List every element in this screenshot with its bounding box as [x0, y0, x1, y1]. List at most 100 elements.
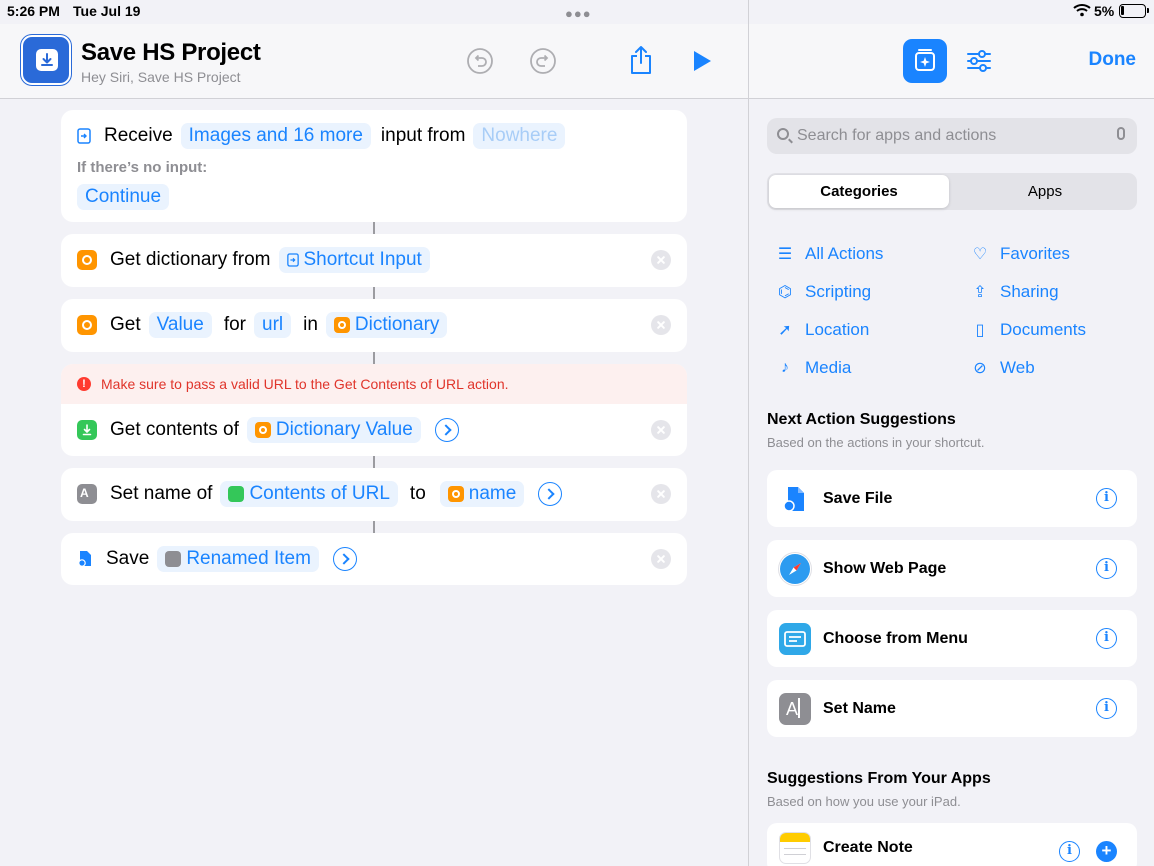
- info-icon[interactable]: i: [1096, 698, 1117, 719]
- menu-icon: [779, 622, 811, 655]
- multitasking-dots-icon[interactable]: ●●●: [565, 6, 592, 21]
- dictionary-icon: [77, 250, 97, 270]
- suggestion-create-note[interactable]: Create Note i +: [767, 823, 1137, 866]
- get-dictionary-card[interactable]: Get dictionary from Shortcut Input: [61, 234, 687, 287]
- settings-sliders-icon[interactable]: [966, 49, 992, 73]
- battery-percent: 5%: [1094, 3, 1115, 19]
- key-token[interactable]: url: [254, 312, 292, 338]
- category-web[interactable]: ⊘ Web: [970, 358, 1035, 378]
- info-icon[interactable]: i: [1096, 628, 1117, 649]
- set-name-card[interactable]: A Set name of Contents of URL to name: [61, 468, 687, 521]
- connector: [373, 456, 375, 468]
- download-icon: [228, 486, 245, 502]
- error-icon: !: [77, 377, 91, 391]
- remove-action-button[interactable]: [651, 549, 671, 569]
- tab-categories[interactable]: Categories: [769, 175, 949, 208]
- to-label: to: [409, 483, 426, 504]
- warning-text: Make sure to pass a valid URL to the Get…: [101, 376, 509, 392]
- done-button[interactable]: Done: [1089, 49, 1137, 71]
- get-contents-card[interactable]: ! Make sure to pass a valid URL to the G…: [61, 364, 687, 456]
- expand-chevron-icon[interactable]: [332, 547, 357, 571]
- category-favorites[interactable]: ♡ Favorites: [970, 244, 1070, 264]
- shortcut-title[interactable]: Save HS Project: [81, 39, 261, 67]
- category-scripting[interactable]: ⌬ Scripting: [775, 282, 871, 302]
- rename-icon: [165, 551, 182, 567]
- library-header: Done: [749, 24, 1154, 99]
- name-token[interactable]: name: [439, 481, 525, 507]
- get-value-card[interactable]: Get Value for url in Dictionary: [61, 299, 687, 352]
- info-icon[interactable]: i: [1096, 558, 1117, 579]
- category-all-actions[interactable]: ☰ All Actions: [775, 244, 884, 264]
- add-icon[interactable]: +: [1096, 841, 1117, 862]
- redo-icon[interactable]: [529, 47, 557, 75]
- connector: [373, 222, 375, 234]
- suggestion-choose-from-menu[interactable]: Choose from Menu i: [767, 610, 1137, 667]
- segmented-control: Categories Apps: [767, 173, 1137, 210]
- dictionary-token[interactable]: Dictionary: [325, 312, 448, 338]
- next-suggestions-subtitle: Based on the actions in your shortcut.: [767, 435, 985, 450]
- download-icon: [77, 420, 97, 440]
- suggestion-save-file[interactable]: Save File i: [767, 470, 1137, 527]
- category-label: Web: [1000, 358, 1035, 377]
- suggestion-label: Save File: [823, 489, 893, 507]
- search-icon: [777, 128, 789, 140]
- category-location[interactable]: ➚ Location: [775, 320, 869, 340]
- undo-icon[interactable]: [466, 47, 494, 75]
- editor-header: Save HS Project Hey Siri, Save HS Projec…: [0, 24, 748, 99]
- download-icon: [36, 49, 58, 71]
- remove-action-button[interactable]: [651, 250, 671, 270]
- shortcut-icon[interactable]: [21, 35, 71, 85]
- suggestion-show-web-page[interactable]: Show Web Page i: [767, 540, 1137, 597]
- search-input[interactable]: Search for apps and actions: [767, 118, 1137, 154]
- remove-action-button[interactable]: [651, 315, 671, 335]
- receive-action-card[interactable]: Receive Images and 16 more input from No…: [61, 110, 687, 222]
- shortcut-input-token[interactable]: Shortcut Input: [278, 247, 430, 273]
- value-token[interactable]: Value: [148, 312, 212, 338]
- category-sharing[interactable]: ⇪ Sharing: [970, 282, 1058, 302]
- category-label: All Actions: [805, 244, 884, 263]
- category-label: Location: [805, 320, 870, 339]
- rename-icon: A: [77, 484, 97, 504]
- save-label: Save: [106, 548, 150, 569]
- dictionary-icon: [77, 315, 97, 335]
- safari-icon: [779, 552, 811, 585]
- info-icon[interactable]: i: [1096, 488, 1117, 509]
- input-icon: [77, 128, 91, 144]
- get-dictionary-label: Get dictionary from: [110, 249, 271, 270]
- save-file-card[interactable]: Save Renamed Item: [61, 533, 687, 585]
- rename-icon: A: [779, 692, 811, 725]
- info-icon[interactable]: i: [1059, 841, 1080, 862]
- app-suggestions-title: Suggestions From Your Apps: [767, 770, 991, 787]
- remove-action-button[interactable]: [651, 420, 671, 440]
- connector: [373, 352, 375, 364]
- category-documents[interactable]: ▯ Documents: [970, 320, 1086, 340]
- save-file-icon: [779, 483, 811, 515]
- no-input-behavior-token[interactable]: Continue: [77, 184, 170, 210]
- action-library-button[interactable]: [903, 39, 947, 83]
- next-suggestions-title: Next Action Suggestions: [767, 411, 956, 428]
- scripting-icon: ⌬: [778, 284, 792, 301]
- receive-label: Receive: [104, 125, 173, 146]
- wifi-icon: [1073, 4, 1091, 17]
- suggestion-label: Choose from Menu: [823, 629, 968, 647]
- input-icon: [286, 253, 299, 267]
- suggestion-set-name[interactable]: A Set Name i: [767, 680, 1137, 737]
- input-source-token[interactable]: Nowhere: [473, 123, 566, 149]
- input-types-token[interactable]: Images and 16 more: [180, 123, 371, 149]
- file-icon: [78, 551, 91, 567]
- no-input-label: If there’s no input:: [77, 159, 208, 176]
- remove-action-button[interactable]: [651, 484, 671, 504]
- play-icon[interactable]: [692, 50, 712, 72]
- suggestion-label: Create Note: [823, 839, 913, 856]
- suggestion-label: Set Name: [823, 699, 896, 717]
- microphone-icon[interactable]: [1117, 127, 1125, 140]
- expand-chevron-icon[interactable]: [538, 482, 563, 506]
- expand-chevron-icon[interactable]: [434, 418, 459, 442]
- dictionary-value-token[interactable]: Dictionary Value: [246, 417, 421, 443]
- share-icon[interactable]: [628, 44, 654, 76]
- tab-apps[interactable]: Apps: [955, 175, 1135, 208]
- category-media[interactable]: ♪ Media: [775, 358, 851, 378]
- document-icon: ▯: [975, 322, 985, 339]
- contents-of-url-token[interactable]: Contents of URL: [220, 481, 398, 507]
- renamed-item-token[interactable]: Renamed Item: [157, 546, 319, 572]
